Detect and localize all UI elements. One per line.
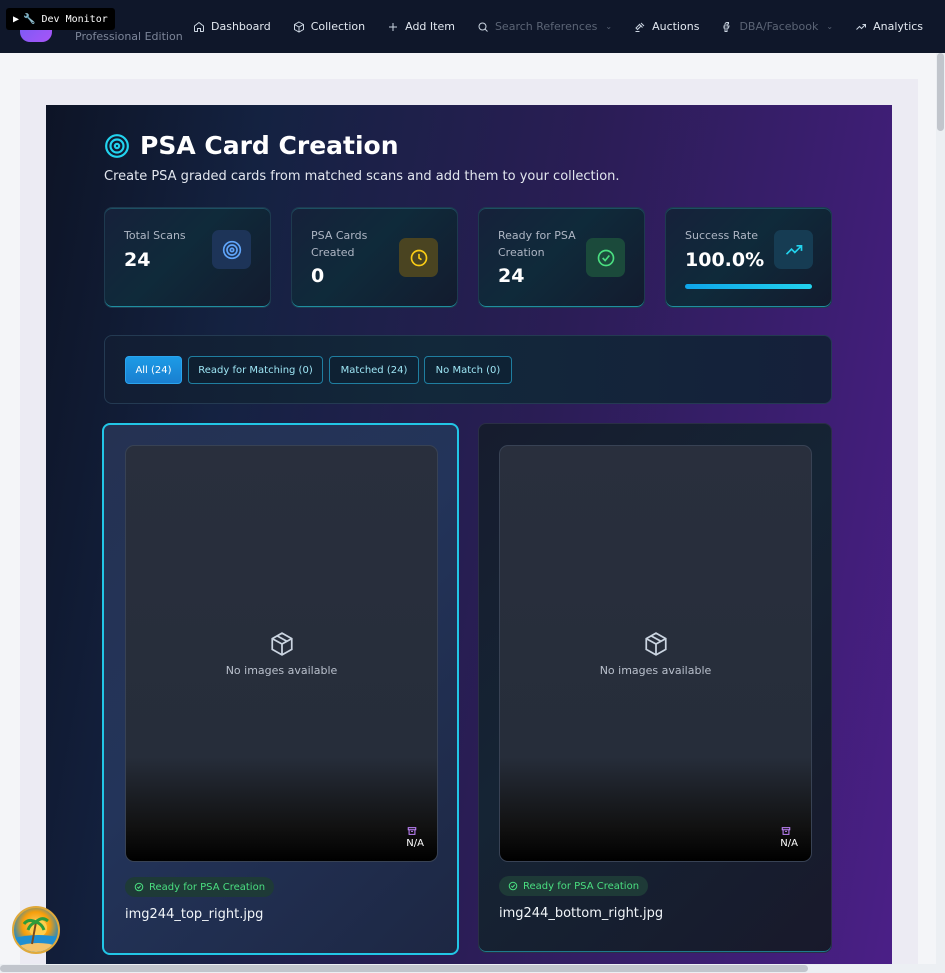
stat-ready-for-psa: Ready for PSA Creation 24 [478, 207, 645, 308]
stat-label: Ready for PSA Creation [498, 229, 576, 259]
nav-dba-facebook[interactable]: DBA/Facebook ⌄ [721, 20, 833, 33]
scan-card[interactable]: No images available N/A Ready for PSA Cr… [478, 423, 832, 953]
card-image-placeholder: No images available N/A [125, 445, 438, 862]
page-header: PSA Card Creation [104, 131, 399, 160]
status-label: Ready for PSA Creation [149, 881, 266, 893]
stat-icon-box [774, 230, 813, 269]
main-nav: Dashboard Collection Add Item Search Ref… [193, 0, 945, 53]
filter-bar: All (24) Ready for Matching (0) Matched … [104, 335, 832, 404]
status-badge: Ready for PSA Creation [125, 877, 275, 897]
filter-no-match[interactable]: No Match (0) [424, 356, 512, 384]
package-icon [271, 632, 293, 656]
brand-subtitle: Professional Edition [75, 30, 183, 43]
nav-auctions[interactable]: Auctions [634, 20, 699, 33]
horizontal-scrollbar[interactable] [0, 964, 945, 973]
stat-icon-box [212, 230, 251, 269]
chevron-down-icon: ⌄ [605, 22, 613, 31]
dev-monitor-label: 🔧 Dev Monitor [23, 13, 108, 25]
check-circle-icon [134, 882, 144, 892]
vertical-scrollbar-thumb[interactable] [937, 53, 944, 131]
scan-card[interactable]: No images available N/A Ready for PSA Cr… [102, 423, 459, 955]
stat-icon-box [399, 238, 438, 277]
nav-auctions-label: Auctions [652, 20, 700, 33]
package-icon [645, 632, 667, 656]
stat-label: Success Rate [685, 229, 758, 242]
stat-value: 100.0% [685, 249, 765, 271]
nav-add-item-label: Add Item [405, 20, 455, 33]
success-rate-progress [685, 284, 812, 289]
gavel-icon [635, 22, 645, 32]
no-images-text: No images available [599, 664, 712, 677]
vertical-scrollbar[interactable] [936, 53, 945, 964]
nav-search-references[interactable]: Search References ⌄ [477, 20, 612, 33]
card-image-placeholder: No images available N/A [499, 445, 812, 862]
nav-search-references-label: Search References [494, 20, 598, 33]
horizontal-scrollbar-thumb[interactable] [0, 965, 808, 972]
top-navigation-bar: Professional Edition Dashboard Collectio… [0, 0, 945, 53]
nav-dba-facebook-label: DBA/Facebook [739, 20, 819, 33]
facebook-icon [723, 21, 731, 32]
page-subtitle: Create PSA graded cards from matched sca… [104, 169, 620, 184]
filter-all[interactable]: All (24) [125, 356, 182, 384]
play-icon: ▶ [13, 13, 20, 25]
grade-value: N/A [780, 838, 798, 849]
nav-collection[interactable]: Collection [293, 20, 365, 33]
plus-icon [389, 22, 398, 31]
archive-icon [407, 827, 417, 835]
filter-matched[interactable]: Matched (24) [329, 356, 419, 384]
nav-dashboard[interactable]: Dashboard [193, 20, 271, 33]
stat-icon-box [586, 238, 625, 277]
stat-value: 24 [124, 249, 151, 271]
archive-icon [781, 827, 791, 835]
trending-up-icon [856, 23, 867, 30]
grade-value: N/A [406, 838, 424, 849]
dev-monitor-toggle[interactable]: ▶ 🔧 Dev Monitor [6, 8, 115, 30]
search-icon [478, 22, 488, 32]
home-icon [194, 21, 204, 32]
target-icon [105, 133, 129, 158]
nav-collection-label: Collection [310, 20, 366, 33]
nav-analytics-label: Analytics [873, 20, 924, 33]
check-circle-icon [508, 881, 518, 891]
card-filename: img244_top_right.jpg [125, 907, 264, 922]
stat-value: 24 [498, 265, 525, 287]
status-badge: Ready for PSA Creation [499, 876, 649, 896]
trending-up-icon [785, 244, 802, 255]
success-rate-progress-fill [685, 284, 812, 289]
stat-label: Total Scans [124, 229, 186, 242]
chevron-down-icon: ⌄ [826, 22, 834, 31]
clock-icon [410, 249, 427, 266]
stat-value: 0 [311, 265, 325, 287]
nav-add-item[interactable]: Add Item [387, 20, 455, 33]
page-title: PSA Card Creation [140, 131, 399, 160]
user-avatar[interactable] [12, 906, 60, 954]
target-icon [222, 240, 241, 259]
card-filename: img244_bottom_right.jpg [499, 906, 664, 921]
status-label: Ready for PSA Creation [523, 880, 640, 892]
stat-success-rate: Success Rate 100.0% [665, 207, 832, 308]
stat-total-scans: Total Scans 24 [104, 207, 271, 308]
nav-analytics[interactable]: Analytics [855, 20, 923, 33]
stat-label: PSA Cards Created [311, 229, 368, 259]
stat-psa-cards-created: PSA Cards Created 0 [291, 207, 458, 308]
cube-icon [293, 20, 304, 33]
check-circle-icon [597, 249, 614, 266]
filter-ready-for-matching[interactable]: Ready for Matching (0) [188, 356, 323, 384]
no-images-text: No images available [225, 664, 338, 677]
nav-dashboard-label: Dashboard [211, 20, 271, 33]
